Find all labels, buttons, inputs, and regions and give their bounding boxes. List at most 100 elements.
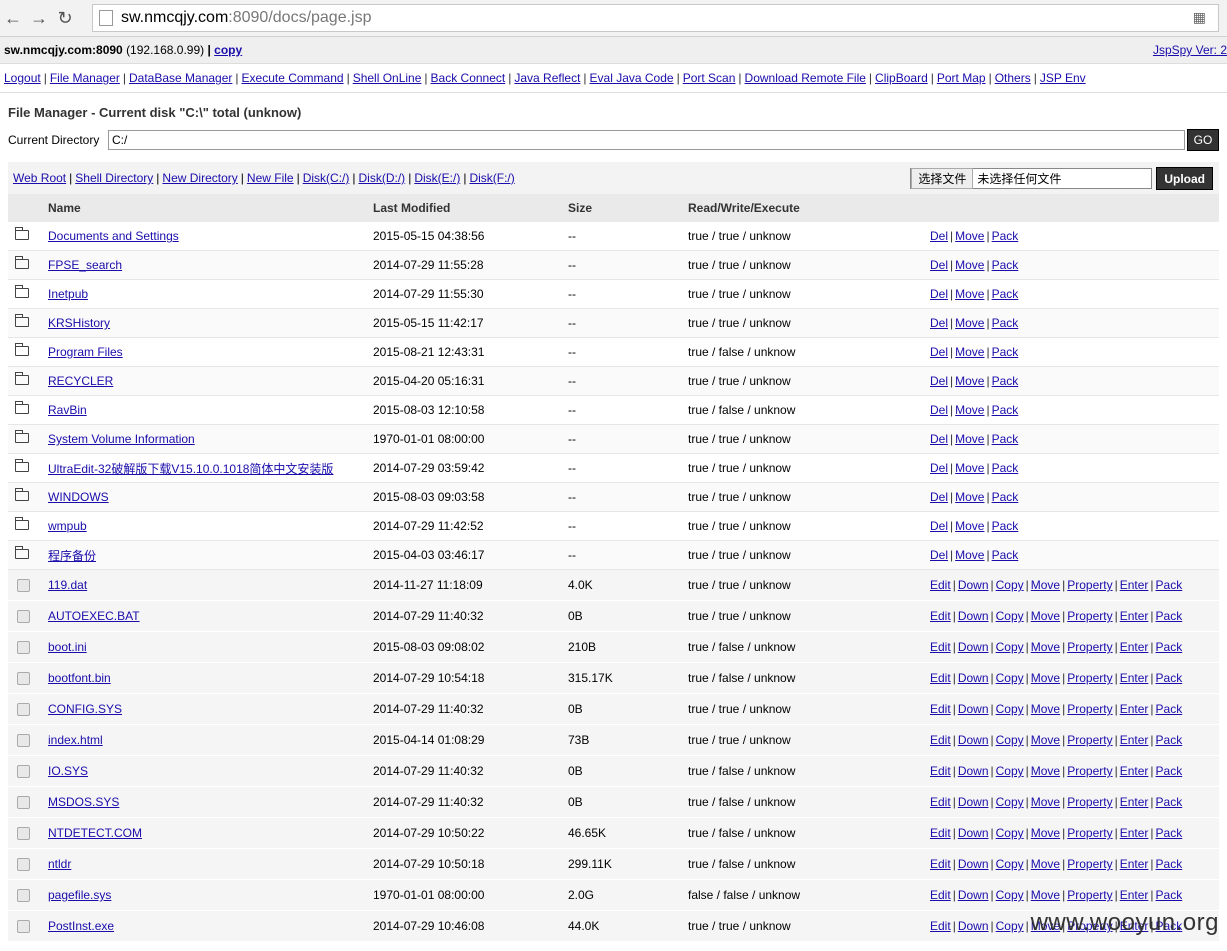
edit-link[interactable]: Edit (930, 671, 951, 685)
link-disk-e[interactable]: Disk(E:/) (414, 171, 460, 185)
pack-link[interactable]: Pack (992, 316, 1019, 330)
file-checkbox[interactable] (17, 641, 30, 655)
file-link[interactable]: CONFIG.SYS (48, 702, 122, 716)
link-new-file[interactable]: New File (247, 171, 294, 185)
file-link[interactable]: 119.dat (48, 578, 87, 592)
move-link[interactable]: Move (955, 374, 984, 388)
upload-button[interactable]: Upload (1156, 167, 1213, 190)
file-checkbox[interactable] (17, 579, 30, 593)
directory-link[interactable]: KRSHistory (48, 316, 110, 330)
file-link[interactable]: bootfont.bin (48, 671, 111, 685)
edit-link[interactable]: Edit (930, 826, 951, 840)
pack-link[interactable]: Pack (992, 490, 1019, 504)
menu-item-database-manager[interactable]: DataBase Manager (129, 71, 232, 85)
move-link[interactable]: Move (1031, 671, 1060, 685)
menu-item-jsp-env[interactable]: JSP Env (1040, 71, 1086, 85)
link-disk-f[interactable]: Disk(F:/) (469, 171, 514, 185)
pack-link[interactable]: Pack (1156, 795, 1183, 809)
file-checkbox[interactable] (17, 796, 30, 810)
link-disk-c[interactable]: Disk(C:/) (303, 171, 350, 185)
copy-link[interactable]: Copy (996, 702, 1024, 716)
link-web-root[interactable]: Web Root (13, 171, 66, 185)
file-checkbox[interactable] (17, 703, 30, 717)
down-link[interactable]: Down (958, 640, 989, 654)
file-link[interactable]: AUTOEXEC.BAT (48, 609, 140, 623)
file-checkbox[interactable] (17, 827, 30, 841)
edit-link[interactable]: Edit (930, 919, 951, 933)
directory-link[interactable]: wmpub (48, 519, 87, 533)
move-link[interactable]: Move (1031, 733, 1060, 747)
directory-link[interactable]: System Volume Information (48, 432, 195, 446)
down-link[interactable]: Down (958, 578, 989, 592)
property-link[interactable]: Property (1067, 857, 1112, 871)
del-link[interactable]: Del (930, 287, 948, 301)
del-link[interactable]: Del (930, 548, 948, 562)
edit-link[interactable]: Edit (930, 578, 951, 592)
property-link[interactable]: Property (1067, 888, 1112, 902)
property-link[interactable]: Property (1067, 795, 1112, 809)
pack-link[interactable]: Pack (992, 345, 1019, 359)
pack-link[interactable]: Pack (1156, 702, 1183, 716)
move-link[interactable]: Move (1031, 609, 1060, 623)
forward-icon[interactable]: → (26, 5, 52, 31)
pack-link[interactable]: Pack (1156, 733, 1183, 747)
directory-link[interactable]: Inetpub (48, 287, 88, 301)
directory-link[interactable]: FPSE_search (48, 258, 122, 272)
down-link[interactable]: Down (958, 857, 989, 871)
pack-link[interactable]: Pack (992, 461, 1019, 475)
edit-link[interactable]: Edit (930, 609, 951, 623)
file-checkbox[interactable] (17, 765, 30, 779)
file-link[interactable]: ntldr (48, 857, 71, 871)
edit-link[interactable]: Edit (930, 733, 951, 747)
del-link[interactable]: Del (930, 374, 948, 388)
move-link[interactable]: Move (955, 287, 984, 301)
pack-link[interactable]: Pack (992, 287, 1019, 301)
file-link[interactable]: MSDOS.SYS (48, 795, 119, 809)
down-link[interactable]: Down (958, 609, 989, 623)
move-link[interactable]: Move (1031, 578, 1060, 592)
directory-link[interactable]: Program Files (48, 345, 123, 359)
property-link[interactable]: Property (1067, 609, 1112, 623)
down-link[interactable]: Down (958, 795, 989, 809)
move-link[interactable]: Move (955, 316, 984, 330)
enter-link[interactable]: Enter (1120, 640, 1149, 654)
edit-link[interactable]: Edit (930, 640, 951, 654)
enter-link[interactable]: Enter (1120, 826, 1149, 840)
del-link[interactable]: Del (930, 258, 948, 272)
pack-link[interactable]: Pack (1156, 640, 1183, 654)
move-link[interactable]: Move (955, 258, 984, 272)
file-link[interactable]: NTDETECT.COM (48, 826, 142, 840)
move-link[interactable]: Move (955, 345, 984, 359)
file-input[interactable]: 选择文件 未选择任何文件 (910, 168, 1153, 189)
move-link[interactable]: Move (1031, 795, 1060, 809)
file-checkbox[interactable] (17, 889, 30, 903)
move-link[interactable]: Move (1031, 702, 1060, 716)
move-link[interactable]: Move (1031, 826, 1060, 840)
file-checkbox[interactable] (17, 610, 30, 624)
reload-icon[interactable]: ↻ (52, 5, 78, 31)
link-disk-d[interactable]: Disk(D:/) (359, 171, 406, 185)
menu-item-others[interactable]: Others (995, 71, 1031, 85)
pack-link[interactable]: Pack (1156, 764, 1183, 778)
copy-link[interactable]: Copy (996, 671, 1024, 685)
move-link[interactable]: Move (1031, 857, 1060, 871)
edit-link[interactable]: Edit (930, 795, 951, 809)
file-link[interactable]: boot.ini (48, 640, 87, 654)
menu-item-eval-java-code[interactable]: Eval Java Code (590, 71, 674, 85)
property-link[interactable]: Property (1067, 702, 1112, 716)
pack-link[interactable]: Pack (992, 374, 1019, 388)
move-link[interactable]: Move (955, 432, 984, 446)
del-link[interactable]: Del (930, 316, 948, 330)
directory-link[interactable]: 程序备份 (48, 549, 96, 563)
move-link[interactable]: Move (955, 229, 984, 243)
pack-link[interactable]: Pack (992, 258, 1019, 272)
directory-link[interactable]: RavBin (48, 403, 87, 417)
pack-link[interactable]: Pack (1156, 826, 1183, 840)
link-new-directory[interactable]: New Directory (162, 171, 237, 185)
down-link[interactable]: Down (958, 702, 989, 716)
menu-item-download-remote-file[interactable]: Download Remote File (745, 71, 866, 85)
pack-link[interactable]: Pack (1156, 609, 1183, 623)
copy-link[interactable]: Copy (996, 578, 1024, 592)
pack-link[interactable]: Pack (992, 403, 1019, 417)
enter-link[interactable]: Enter (1120, 888, 1149, 902)
